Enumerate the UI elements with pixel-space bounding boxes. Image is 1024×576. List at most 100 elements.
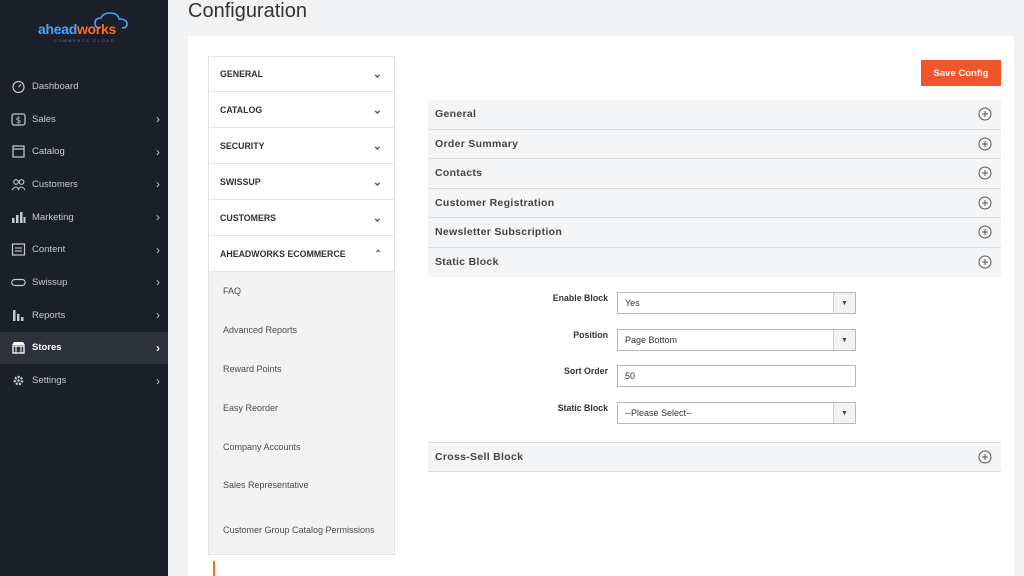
catalog-icon <box>10 145 26 159</box>
expand-plus-icon <box>978 255 992 269</box>
nav-item-label: Swissup <box>32 276 68 288</box>
nav-item-stores[interactable]: Stores › <box>0 331 168 365</box>
row-position: Position Page Bottom ▼ <box>428 329 1001 351</box>
nav-item-customers[interactable]: Customers › <box>0 168 168 201</box>
swissup-icon <box>10 275 26 289</box>
tab-catalog[interactable]: CATALOG ⌄ <box>208 92 395 128</box>
chevron-down-icon: ⌄ <box>372 212 382 224</box>
nav-item-dashboard[interactable]: Dashboard <box>0 70 168 103</box>
row-static-block: Static Block --Please Select-- ▼ <box>428 402 1001 424</box>
static-block-label: Static Block <box>557 403 608 413</box>
active-subtab-marker <box>213 561 215 576</box>
static-block-form: Enable Block Yes ▼ Position Page Bottom … <box>428 277 1001 442</box>
customers-icon <box>10 177 26 191</box>
subtab-advanced-reports[interactable]: Advanced Reports <box>209 311 394 350</box>
chevron-right-icon: › <box>156 242 160 257</box>
nav-item-label: Sales <box>32 113 56 125</box>
subtab-faq[interactable]: FAQ <box>209 272 394 311</box>
nav-item-swissup[interactable]: Swissup › <box>0 266 168 299</box>
marketing-icon <box>10 210 26 224</box>
nav-item-label: Dashboard <box>32 80 79 92</box>
dropdown-arrow-icon: ▼ <box>833 330 855 350</box>
chevron-down-icon: ⌄ <box>372 176 382 188</box>
section-newsletter-subscription[interactable]: Newsletter Subscription <box>428 218 1001 248</box>
config-sections: General Order Summary Contacts Customer … <box>428 100 1001 472</box>
nav-item-label: Settings <box>32 375 67 387</box>
section-contacts[interactable]: Contacts <box>428 159 1001 189</box>
nav-item-label: Catalog <box>32 146 65 158</box>
chevron-right-icon: › <box>156 340 160 355</box>
chevron-up-icon: ⌃ <box>374 248 382 258</box>
subtab-sales-representative[interactable]: Sales Representative <box>209 466 394 505</box>
expand-plus-icon <box>978 196 992 210</box>
page-title: Configuration <box>188 0 307 22</box>
tab-swissup[interactable]: SWISSUP ⌄ <box>208 164 395 200</box>
nav-item-label: Reports <box>32 309 66 321</box>
config-panel: GENERAL ⌄ CATALOG ⌄ SECURITY ⌄ SWISSUP ⌄ CUS… <box>188 36 1014 576</box>
chevron-down-icon: ⌄ <box>372 140 382 152</box>
nav-item-label: Marketing <box>32 211 74 223</box>
sidebar: aheadworks COMMERCE CLOUD Dashboard $ Sa… <box>0 0 168 576</box>
section-customer-registration[interactable]: Customer Registration <box>428 188 1001 218</box>
nav-item-content[interactable]: Content › <box>0 233 168 266</box>
expand-plus-icon <box>978 450 992 464</box>
tab-general[interactable]: GENERAL ⌄ <box>208 56 395 92</box>
subtab-customer-group-catalog-permissions[interactable]: Customer Group Catalog Permissions <box>209 505 394 550</box>
subtab-company-accounts[interactable]: Company Accounts <box>209 428 394 467</box>
section-general[interactable]: General <box>428 100 1001 130</box>
nav-item-label: Customers <box>32 178 78 190</box>
logo[interactable]: aheadworks COMMERCE CLOUD <box>38 12 130 43</box>
chevron-right-icon: › <box>156 373 160 388</box>
tab-customers[interactable]: CUSTOMERS ⌄ <box>208 200 395 236</box>
enable-block-select[interactable]: Yes ▼ <box>617 292 856 314</box>
static-block-select[interactable]: --Please Select-- ▼ <box>617 402 856 424</box>
dollar-icon: $ <box>10 112 26 126</box>
section-order-summary[interactable]: Order Summary <box>428 129 1001 159</box>
row-sort-order: Sort Order 50 <box>428 365 1001 387</box>
nav-item-label: Stores <box>32 342 62 354</box>
nav-item-label: Content <box>32 244 66 256</box>
chevron-down-icon: ⌄ <box>372 104 382 116</box>
chevron-right-icon: › <box>156 275 160 290</box>
chevron-right-icon: › <box>156 210 160 225</box>
expand-plus-icon <box>978 166 992 180</box>
config-tabs: GENERAL ⌄ CATALOG ⌄ SECURITY ⌄ SWISSUP ⌄ CUS… <box>208 56 395 556</box>
subtab-easy-reorder[interactable]: Easy Reorder <box>209 389 394 428</box>
dashboard-icon <box>10 79 26 93</box>
nav-item-sales[interactable]: $ Sales › <box>0 103 168 136</box>
nav-item-marketing[interactable]: Marketing › <box>0 201 168 234</box>
subtab-reward-points[interactable]: Reward Points <box>209 350 394 389</box>
gear-icon <box>10 374 26 388</box>
row-enable-block: Enable Block Yes ▼ <box>428 292 1001 314</box>
reports-icon <box>10 308 26 322</box>
save-config-button[interactable]: Save Config <box>921 60 1001 86</box>
section-static-block[interactable]: Static Block <box>428 247 1001 277</box>
nav-item-catalog[interactable]: Catalog › <box>0 135 168 168</box>
nav-item-reports[interactable]: Reports › <box>0 299 168 332</box>
tab-security[interactable]: SECURITY ⌄ <box>208 128 395 164</box>
stores-icon <box>10 341 26 355</box>
nav-item-settings[interactable]: Settings › <box>0 364 168 397</box>
sort-order-label: Sort Order <box>564 366 608 376</box>
position-label: Position <box>573 330 608 340</box>
aheadworks-subtabs: FAQ Advanced Reports Reward Points Easy … <box>208 272 395 556</box>
chevron-right-icon: › <box>156 112 160 127</box>
chevron-right-icon: › <box>156 144 160 159</box>
sort-order-input[interactable]: 50 <box>617 365 856 387</box>
chevron-right-icon: › <box>156 308 160 323</box>
chevron-down-icon: ⌄ <box>372 68 382 81</box>
expand-plus-icon <box>978 107 992 121</box>
enable-block-label: Enable Block <box>552 293 608 303</box>
main-nav: Dashboard $ Sales › Catalog › Customers … <box>0 70 168 397</box>
section-cross-sell-block[interactable]: Cross-Sell Block <box>428 442 1001 472</box>
svg-text:$: $ <box>15 116 21 126</box>
logo-text: aheadworks <box>38 21 116 37</box>
position-select[interactable]: Page Bottom ▼ <box>617 329 856 351</box>
content-icon <box>10 243 26 257</box>
expand-plus-icon <box>978 225 992 239</box>
chevron-right-icon: › <box>156 177 160 192</box>
dropdown-arrow-icon: ▼ <box>833 293 855 313</box>
tab-aheadworks-ecommerce[interactable]: AHEADWORKS ECOMMERCE ⌃ <box>208 236 395 272</box>
expand-plus-icon <box>978 137 992 151</box>
logo-tagline: COMMERCE CLOUD <box>54 38 116 43</box>
